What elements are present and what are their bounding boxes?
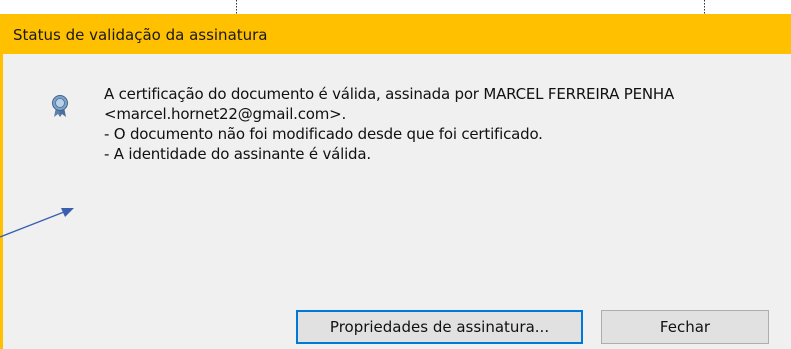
background-dotted-line-right bbox=[704, 0, 705, 14]
message-line-not-modified: - O documento não foi modificado desde q… bbox=[104, 125, 543, 143]
message-line-certification: A certificação do documento é válida, as… bbox=[104, 85, 675, 103]
message-line-email: <marcel.hornet22@gmail.com>. bbox=[104, 105, 347, 123]
background-dotted-line-left bbox=[236, 0, 237, 14]
validation-message: A certificação do documento é válida, as… bbox=[104, 84, 784, 164]
dialog-content: A certificação do documento é válida, as… bbox=[3, 54, 791, 349]
close-button[interactable]: Fechar bbox=[601, 310, 769, 344]
certificate-seal-icon bbox=[52, 95, 68, 117]
signature-validation-dialog: Status de validação da assinatura A cert… bbox=[0, 14, 791, 349]
dialog-title: Status de validação da assinatura bbox=[13, 25, 268, 44]
dialog-titlebar[interactable]: Status de validação da assinatura bbox=[3, 15, 791, 54]
signature-properties-button[interactable]: Propriedades de assinatura... bbox=[296, 310, 583, 344]
message-line-identity-valid: - A identidade do assinante é válida. bbox=[104, 145, 371, 163]
